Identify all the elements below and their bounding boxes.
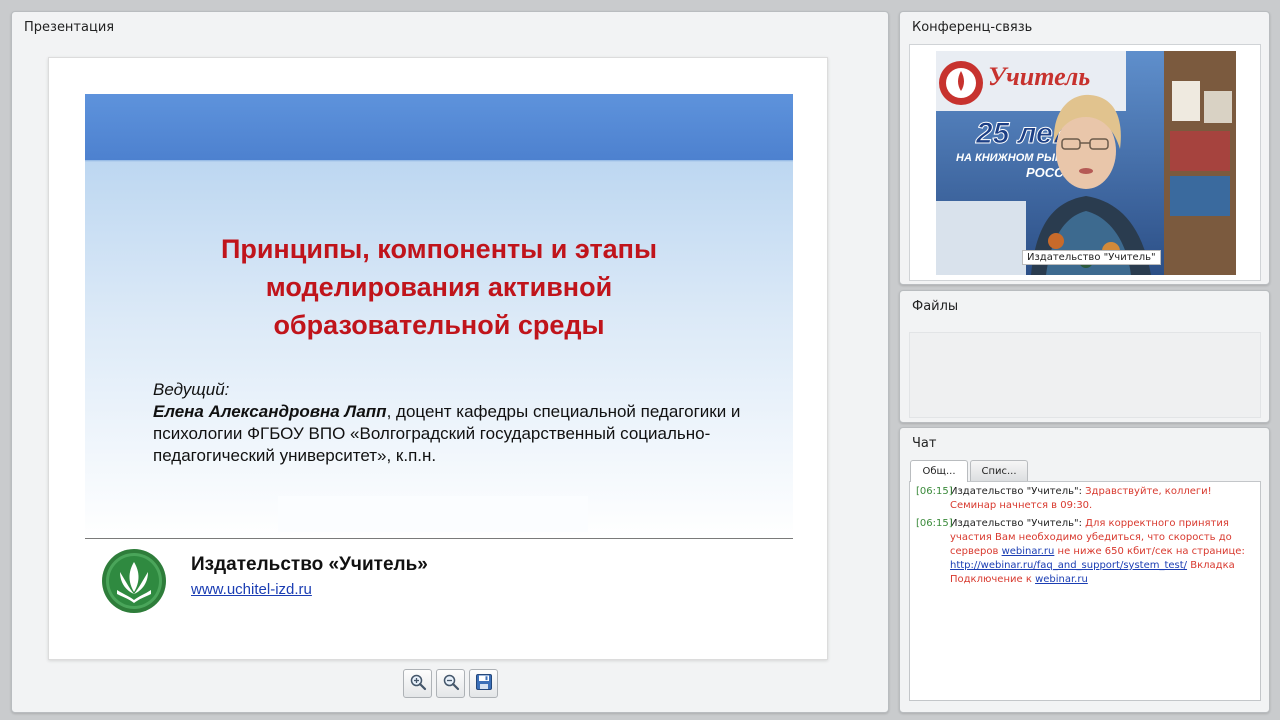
slide-frame: Принципы, компоненты и этапы моделирован… bbox=[48, 57, 828, 660]
video-frame: Учитель 25 лет НА КНИЖНОМ РЫНКЕ РОССИИ И… bbox=[909, 44, 1261, 281]
save-button[interactable] bbox=[469, 669, 498, 698]
save-icon bbox=[475, 673, 493, 695]
zoom-out-button[interactable] bbox=[436, 669, 465, 698]
slide-title: Принципы, компоненты и этапы моделирован… bbox=[220, 234, 658, 340]
message-time: [06:15] bbox=[916, 518, 953, 529]
presenter-label: Ведущий: bbox=[153, 380, 230, 399]
conference-panel-title: Конференц-связь bbox=[912, 20, 1033, 35]
svg-text:Учитель: Учитель bbox=[988, 62, 1090, 91]
zoom-out-icon bbox=[442, 673, 460, 695]
slide-divider bbox=[85, 538, 793, 539]
message-link[interactable]: webinar.ru bbox=[1035, 574, 1088, 585]
presentation-panel: Презентация Принципы, компоненты и этапы… bbox=[11, 11, 889, 713]
video-caption: Издательство "Учитель" bbox=[1022, 250, 1161, 265]
message-link[interactable]: http://webinar.ru/faq_and_support/system… bbox=[950, 560, 1187, 571]
chat-messages[interactable]: [06:15] Издательство "Учитель": Здравств… bbox=[909, 481, 1261, 701]
files-list[interactable] bbox=[909, 332, 1261, 418]
message-time: [06:15] bbox=[916, 486, 953, 497]
slide: Принципы, компоненты и этапы моделирован… bbox=[85, 94, 793, 614]
presenter-info: Елена Александровна Лапп, доцент кафедры… bbox=[153, 401, 763, 467]
chat-message: [06:15] Издательство "Учитель": Здравств… bbox=[916, 485, 1254, 513]
slide-header-band bbox=[85, 94, 793, 160]
slide-blank-box bbox=[278, 496, 588, 532]
message-text: не ниже 650 кбит/сек на странице: bbox=[1057, 546, 1245, 557]
message-author: Издательство "Учитель": bbox=[950, 486, 1082, 497]
files-panel-title: Файлы bbox=[912, 299, 959, 314]
tab-general-chat[interactable]: Общ... bbox=[910, 460, 968, 482]
chat-panel-title: Чат bbox=[912, 436, 937, 451]
zoom-in-icon bbox=[409, 673, 427, 695]
publisher-logo-icon bbox=[101, 548, 167, 614]
tab-participants-list[interactable]: Спис... bbox=[970, 460, 1028, 481]
webcam-video[interactable]: Учитель 25 лет НА КНИЖНОМ РЫНКЕ РОССИИ И… bbox=[936, 51, 1236, 275]
chat-message: [06:15] Издательство "Учитель": Для корр… bbox=[916, 517, 1254, 587]
conference-panel: Конференц-связь Учитель 25 лет НА КНИЖНО… bbox=[899, 11, 1270, 285]
chat-panel: Чат Общ... Спис... [06:15] Издательство … bbox=[899, 427, 1270, 713]
message-author: Издательство "Учитель": bbox=[950, 518, 1082, 529]
presentation-panel-title: Презентация bbox=[24, 20, 115, 35]
publisher-name: Издательство «Учитель» bbox=[191, 554, 428, 575]
files-panel: Файлы bbox=[899, 290, 1270, 423]
message-link[interactable]: webinar.ru bbox=[1002, 546, 1055, 557]
presenter-name: Елена Александровна Лапп bbox=[153, 402, 387, 421]
publisher-link[interactable]: www.uchitel-izd.ru bbox=[191, 581, 312, 598]
zoom-in-button[interactable] bbox=[403, 669, 432, 698]
